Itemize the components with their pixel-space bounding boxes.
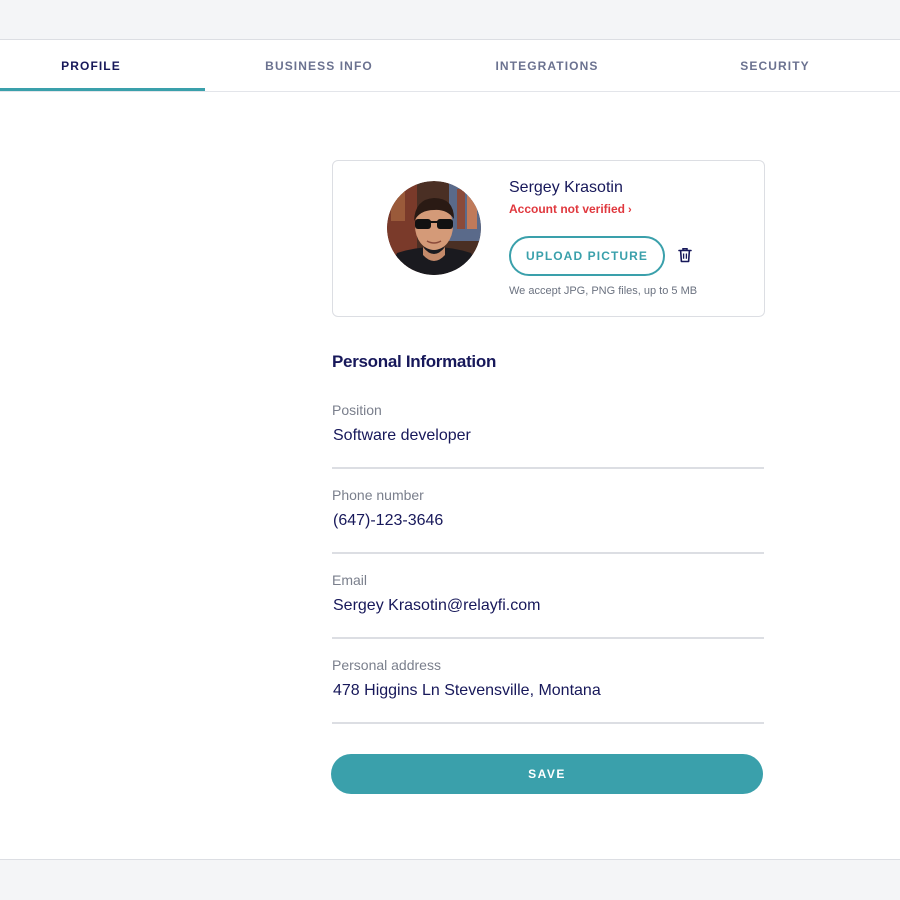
personal-information-heading: Personal Information bbox=[332, 352, 497, 371]
phone-input[interactable] bbox=[333, 508, 753, 534]
avatar[interactable] bbox=[387, 181, 481, 275]
save-button[interactable]: SAVE bbox=[331, 754, 763, 794]
position-field: Position bbox=[332, 402, 764, 469]
position-input[interactable] bbox=[333, 423, 753, 449]
verification-status-text: Account not verified bbox=[509, 202, 626, 216]
trash-icon[interactable] bbox=[678, 247, 692, 263]
top-background-strip bbox=[0, 0, 900, 40]
file-requirements-hint: We accept JPG, PNG files, up to 5 MB bbox=[509, 285, 698, 297]
tab-security[interactable]: SECURITY bbox=[661, 40, 889, 92]
address-input[interactable] bbox=[333, 678, 753, 704]
active-tab-indicator bbox=[0, 88, 205, 91]
profile-card: Sergey Krasotin Account not verified › UP… bbox=[332, 160, 765, 317]
settings-panel: PROFILE BUSINESS INFO INTEGRATIONS SECUR… bbox=[0, 40, 900, 859]
upload-picture-button[interactable]: UPLOAD PICTURE bbox=[509, 236, 665, 276]
user-name: Sergey Krasotin bbox=[509, 179, 623, 196]
position-label: Position bbox=[332, 402, 382, 418]
user-photo-icon bbox=[387, 181, 481, 275]
email-field: Email bbox=[332, 572, 764, 639]
address-label: Personal address bbox=[332, 657, 441, 673]
address-field: Personal address bbox=[332, 657, 764, 724]
phone-field: Phone number bbox=[332, 487, 764, 554]
tab-profile[interactable]: PROFILE bbox=[0, 40, 182, 92]
email-label: Email bbox=[332, 572, 368, 588]
bottom-background-strip bbox=[0, 859, 900, 900]
tab-integrations[interactable]: INTEGRATIONS bbox=[433, 40, 661, 92]
phone-label: Phone number bbox=[332, 487, 424, 503]
tab-business-info[interactable]: BUSINESS INFO bbox=[205, 40, 433, 92]
tab-bar: PROFILE BUSINESS INFO INTEGRATIONS SECUR… bbox=[0, 40, 900, 92]
account-verification-link[interactable]: Account not verified › bbox=[509, 202, 632, 216]
email-input[interactable] bbox=[333, 593, 753, 619]
chevron-right-icon: › bbox=[628, 204, 632, 216]
